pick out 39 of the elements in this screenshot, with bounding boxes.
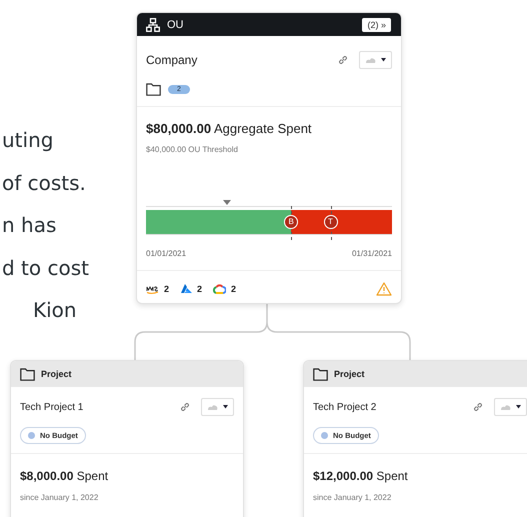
threshold-text: $40,000.00 OU Threshold [146, 145, 239, 154]
account-count: 2 [164, 284, 170, 294]
folder-icon [146, 82, 161, 96]
account-count: 2 [231, 284, 236, 294]
intro-text: d to cost [2, 254, 89, 282]
link-icon[interactable] [337, 54, 349, 66]
spent-amount: $12,000.00 Spent [313, 469, 409, 483]
cloud-icon [208, 404, 218, 410]
link-icon[interactable] [472, 401, 484, 413]
gcp-logo-icon [213, 284, 226, 294]
pointer-icon [223, 200, 232, 205]
card-type-label: Project [334, 369, 365, 379]
intro-text: of costs. [2, 170, 86, 196]
intro-text: Kion [33, 297, 77, 324]
caret-icon [516, 405, 520, 409]
spent-amount: $80,000.00 Aggregate Spent [146, 121, 313, 136]
card-type-label: Project [41, 369, 72, 379]
azure-logo-icon [180, 284, 192, 294]
card-name: Tech Project 2 [313, 402, 378, 412]
caret-icon [380, 58, 386, 62]
account-count: 2 [197, 284, 202, 294]
card-type-label: OU [167, 18, 184, 30]
since-date: since January 1, 2022 [20, 493, 100, 502]
card-name: Company [146, 53, 198, 67]
link-icon[interactable] [179, 401, 191, 413]
expand-button[interactable]: (2) » [362, 18, 391, 32]
card-name: Tech Project 1 [20, 402, 84, 412]
folder-icon [313, 368, 328, 380]
folder-icon [20, 368, 35, 380]
hierarchy-icon [146, 18, 160, 32]
end-date: 01/31/2021 [352, 249, 392, 258]
start-date: 01/01/2021 [146, 249, 186, 258]
caret-icon [222, 405, 228, 409]
since-date: since January 1, 2022 [313, 493, 392, 502]
cloud-icon [366, 57, 376, 63]
spent-amount: $8,000.00 Spent [20, 469, 110, 483]
cloud-icon [500, 404, 510, 410]
intro-text: uting [2, 127, 54, 154]
intro-text: n has [2, 212, 56, 239]
